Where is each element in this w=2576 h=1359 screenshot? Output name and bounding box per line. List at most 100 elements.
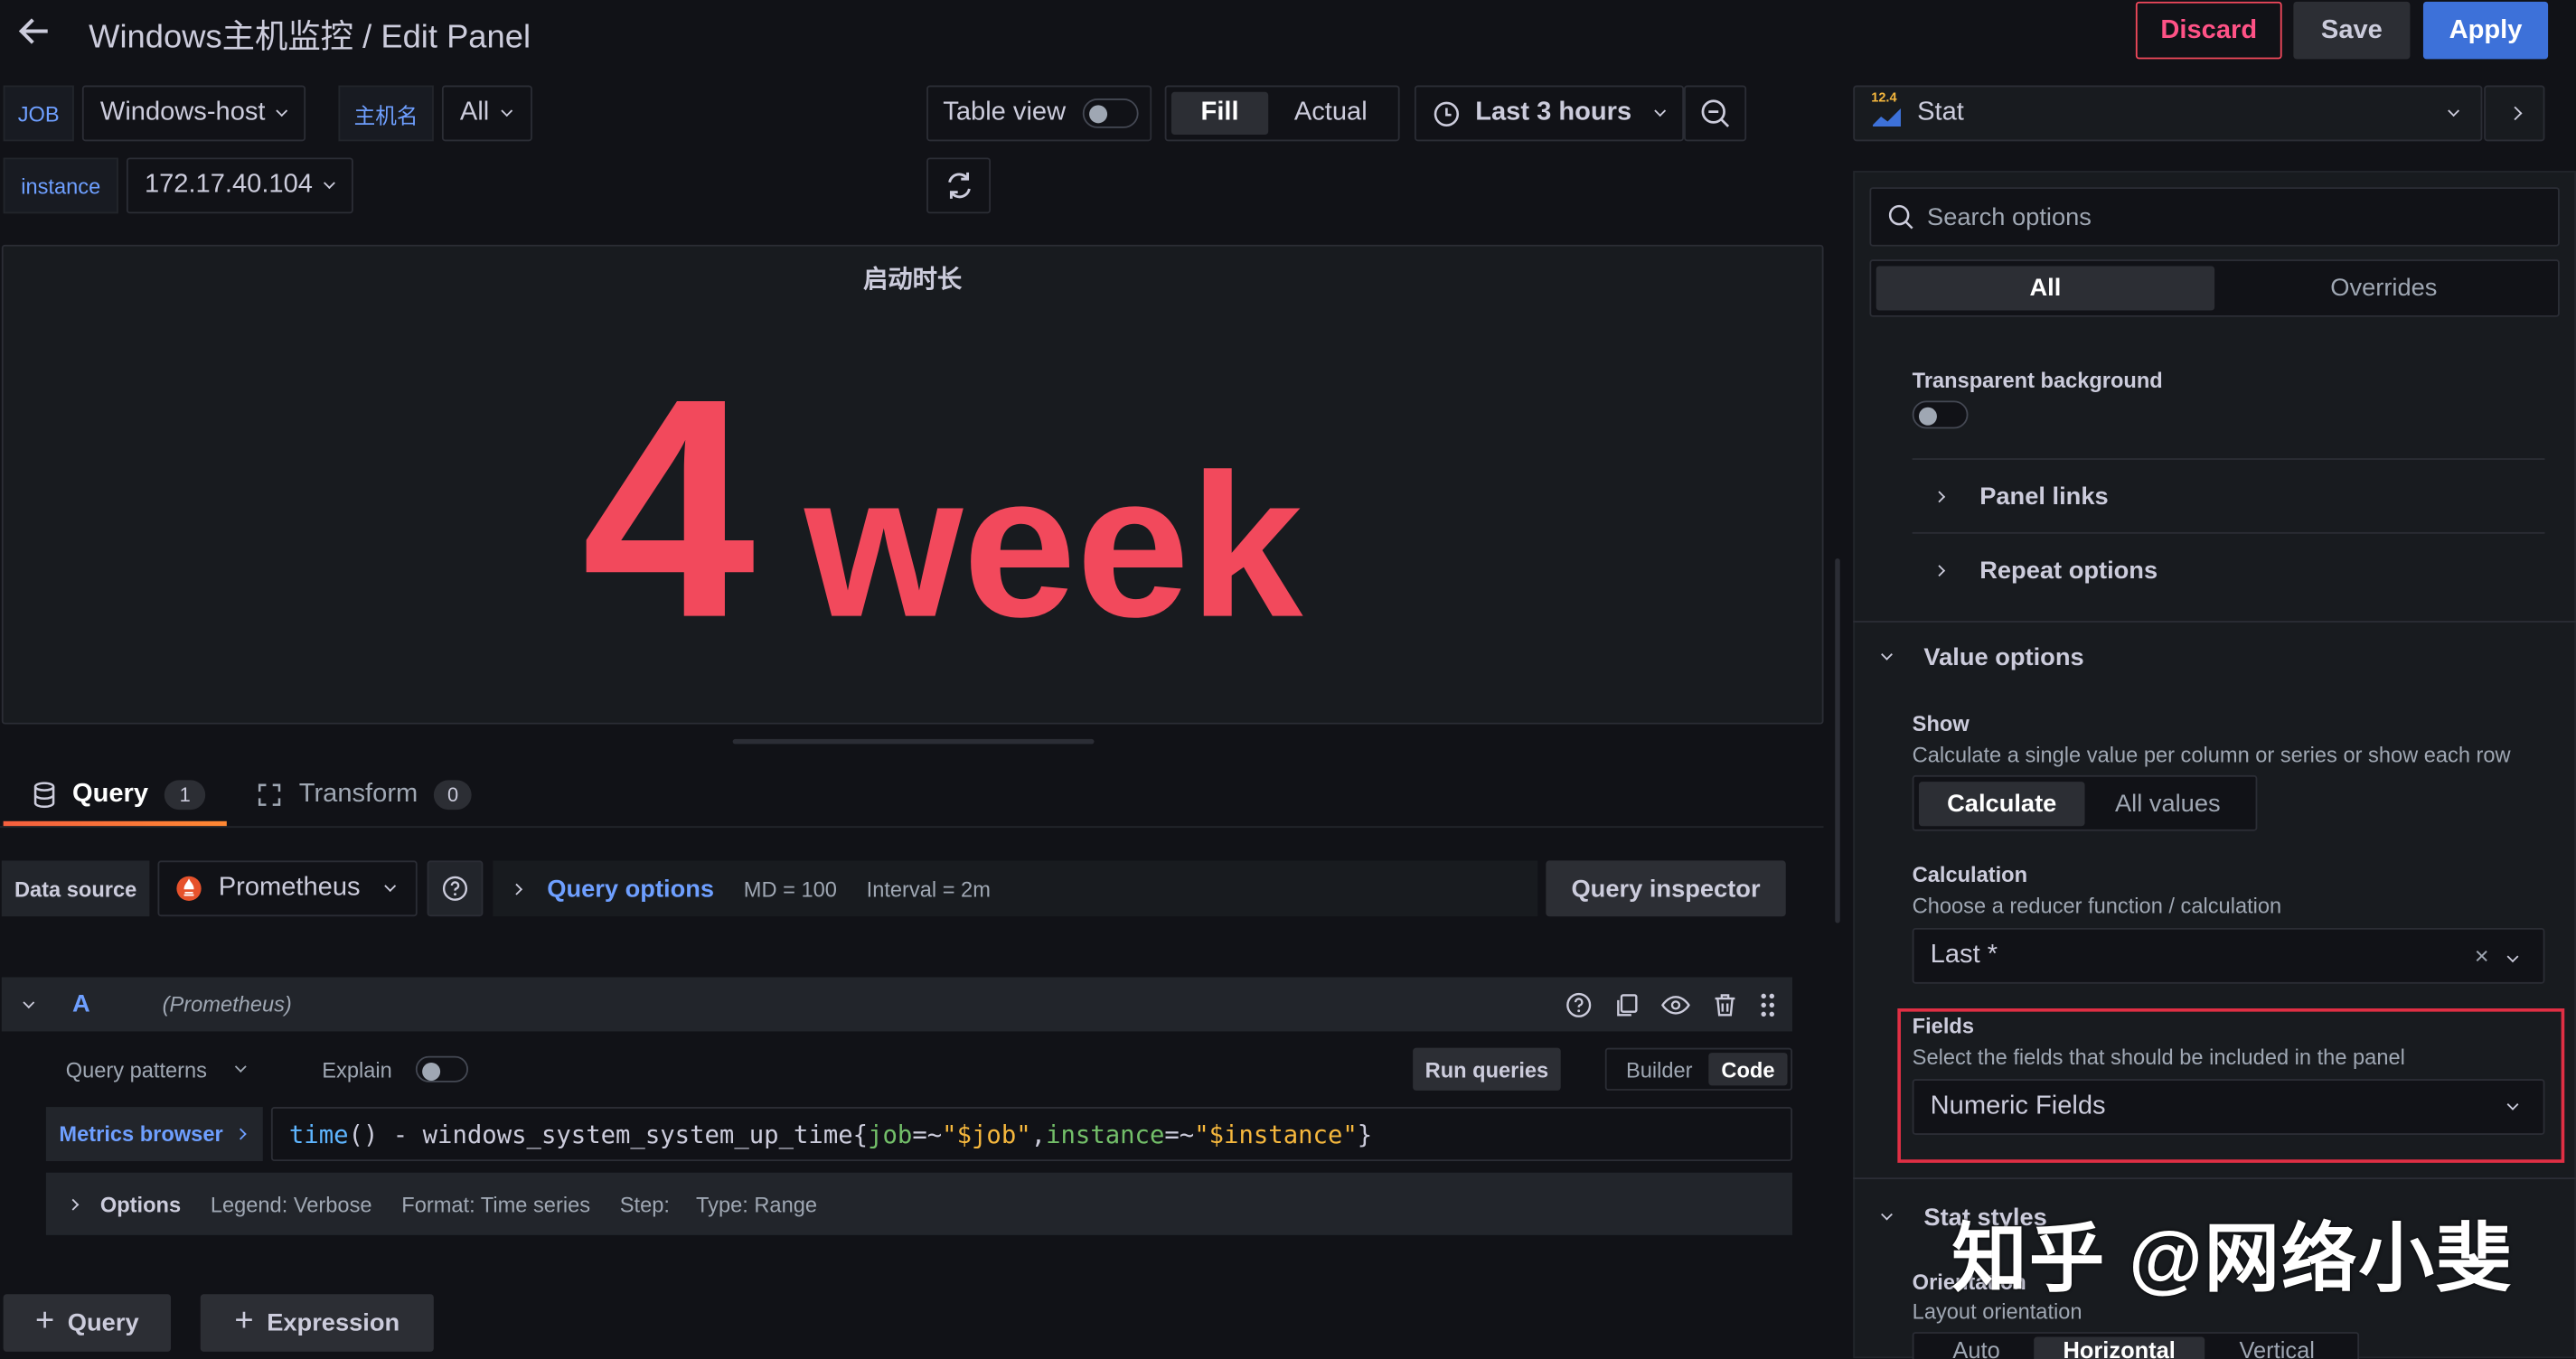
zoom-out-button[interactable] — [1684, 85, 1747, 142]
trash-icon[interactable] — [1712, 991, 1738, 1017]
var-select-instance[interactable]: 172.17.40.104 — [126, 157, 353, 214]
transparent-bg-switch[interactable] — [1912, 400, 1969, 429]
expr-eq-job: =~ — [912, 1119, 943, 1149]
duplicate-icon[interactable] — [1613, 991, 1640, 1017]
chevron-right-icon — [67, 1197, 80, 1210]
chevron-down-icon — [324, 177, 336, 190]
query-inspector-button[interactable]: Query inspector — [1546, 860, 1786, 917]
calculate-option[interactable]: Calculate — [1918, 781, 2085, 826]
pane-splitter[interactable] — [1835, 558, 1840, 923]
plus-icon: + — [234, 1302, 254, 1339]
add-expression-label: Expression — [267, 1308, 400, 1337]
options-type: Type: Range — [696, 1191, 818, 1216]
expr-metric: windows_system_system_up_time — [422, 1119, 853, 1149]
chevron-right-icon — [234, 1128, 247, 1140]
query-ref-id[interactable]: A — [72, 990, 90, 1018]
var-select-instance-value: 172.17.40.104 — [144, 171, 313, 199]
collapse-chevron-icon[interactable] — [23, 996, 35, 1008]
table-view-toggle[interactable]: Table view — [926, 85, 1152, 142]
explain-switch[interactable] — [415, 1055, 468, 1083]
var-select-job[interactable]: Windows-host — [81, 85, 306, 142]
orientation-radio-group: Auto Horizontal Vertical — [1912, 1332, 2360, 1359]
divider — [1912, 458, 2545, 460]
viz-picker[interactable]: 12.4 Stat — [1853, 85, 2483, 142]
promql-editor[interactable]: time() - windows_system_system_up_time{j… — [270, 1107, 1793, 1162]
apply-button[interactable]: Apply — [2422, 1, 2549, 60]
run-queries-button[interactable]: Run queries — [1413, 1047, 1561, 1091]
fields-value: Numeric Fields — [1930, 1092, 2106, 1120]
repeat-options-section[interactable]: Repeat options — [1933, 552, 2158, 588]
builder-mode-button[interactable]: Builder — [1610, 1053, 1708, 1085]
query-options-bar[interactable]: Query options MD = 100 Interval = 2m — [493, 860, 1538, 917]
stat-viz-icon: 12.4 — [1871, 90, 1904, 129]
calculation-description: Choose a reducer function / calculation — [1912, 893, 2282, 919]
tab-all[interactable]: All — [1876, 266, 2215, 311]
orientation-vertical[interactable]: Vertical — [2205, 1337, 2349, 1359]
drag-handle-icon[interactable] — [1760, 991, 1776, 1017]
datasource-help-button[interactable] — [427, 860, 484, 917]
tab-transform[interactable]: Transform 0 — [257, 775, 472, 815]
fill-button[interactable]: Fill — [1170, 91, 1269, 136]
query-patterns-select[interactable]: Query patterns — [65, 1051, 247, 1087]
chevron-right-icon — [1933, 490, 1946, 502]
query-patterns-label: Query patterns — [65, 1056, 208, 1082]
tab-transform-label: Transform — [298, 780, 418, 809]
options-label: Options — [99, 1191, 182, 1216]
chevron-down-icon — [500, 105, 512, 117]
code-mode-button[interactable]: Code — [1708, 1053, 1788, 1086]
show-radio-group: Calculate All values — [1912, 774, 2258, 831]
back-arrow-icon[interactable] — [14, 10, 56, 52]
options-tabs: All Overrides — [1869, 259, 2560, 317]
fields-select[interactable]: Numeric Fields — [1912, 1079, 2545, 1135]
add-query-button[interactable]: + Query — [3, 1294, 172, 1352]
expr-eq-instance: =~ — [1164, 1119, 1195, 1149]
options-step: Step: — [619, 1191, 670, 1216]
expr-comma: , — [1030, 1119, 1047, 1149]
table-view-switch[interactable] — [1082, 98, 1139, 128]
datasource-select[interactable]: Prometheus — [157, 860, 418, 917]
metrics-browser-button[interactable]: Metrics browser — [45, 1107, 263, 1162]
search-options-input[interactable]: Search options — [1869, 187, 2560, 247]
clear-icon[interactable]: × — [2475, 942, 2489, 970]
help-icon[interactable] — [1565, 991, 1592, 1017]
time-range-picker[interactable]: Last 3 hours — [1414, 85, 1685, 142]
clock-icon — [1433, 99, 1461, 127]
add-query-label: Query — [67, 1308, 139, 1337]
value-options-section[interactable]: Value options — [1881, 639, 2084, 675]
refresh-button[interactable] — [926, 157, 992, 214]
zoom-out-icon — [1701, 99, 1730, 127]
collapse-options-button[interactable] — [2484, 85, 2545, 142]
query-options-label[interactable]: Query options — [547, 875, 714, 903]
show-description: Calculate a single value per column or s… — [1912, 742, 2511, 767]
var-select-host[interactable]: All — [441, 85, 532, 142]
refresh-icon — [947, 172, 970, 199]
add-expression-button[interactable]: + Expression — [200, 1294, 434, 1352]
chevron-down-icon — [1881, 648, 1893, 661]
time-range-value: Last 3 hours — [1475, 98, 1632, 127]
calculation-value: Last * — [1930, 941, 1998, 970]
tab-overrides[interactable]: Overrides — [2214, 266, 2552, 310]
tabs-divider — [0, 826, 1824, 829]
all-values-option[interactable]: All values — [2085, 781, 2252, 825]
orientation-auto[interactable]: Auto — [1919, 1337, 2034, 1359]
save-button[interactable]: Save — [2293, 1, 2411, 60]
actual-button[interactable]: Actual — [1268, 92, 1393, 135]
eye-icon[interactable] — [1661, 991, 1691, 1017]
query-options-interval: Interval = 2m — [866, 876, 991, 901]
query-options-row[interactable]: Options Legend: Verbose Format: Time ser… — [45, 1172, 1793, 1235]
explain-toggle[interactable]: Explain — [322, 1051, 468, 1087]
tab-query-label: Query — [71, 780, 149, 809]
expr-val-job: "$job" — [942, 1119, 1031, 1149]
orientation-horizontal[interactable]: Horizontal — [2034, 1336, 2205, 1359]
chevron-down-icon — [384, 880, 397, 893]
panel-resize-handle[interactable] — [732, 738, 1095, 745]
panel-links-label: Panel links — [1979, 482, 2109, 511]
panel-preview: 启动时长 4 week — [1, 244, 1824, 725]
tab-query[interactable]: Query 1 — [33, 775, 206, 815]
calculation-select[interactable]: Last * × — [1912, 927, 2545, 984]
chevron-right-icon — [1933, 564, 1946, 576]
expr-brace-open: { — [852, 1119, 869, 1149]
tab-query-count: 1 — [165, 780, 206, 811]
panel-links-section[interactable]: Panel links — [1933, 478, 2109, 514]
discard-button[interactable]: Discard — [2135, 1, 2282, 60]
